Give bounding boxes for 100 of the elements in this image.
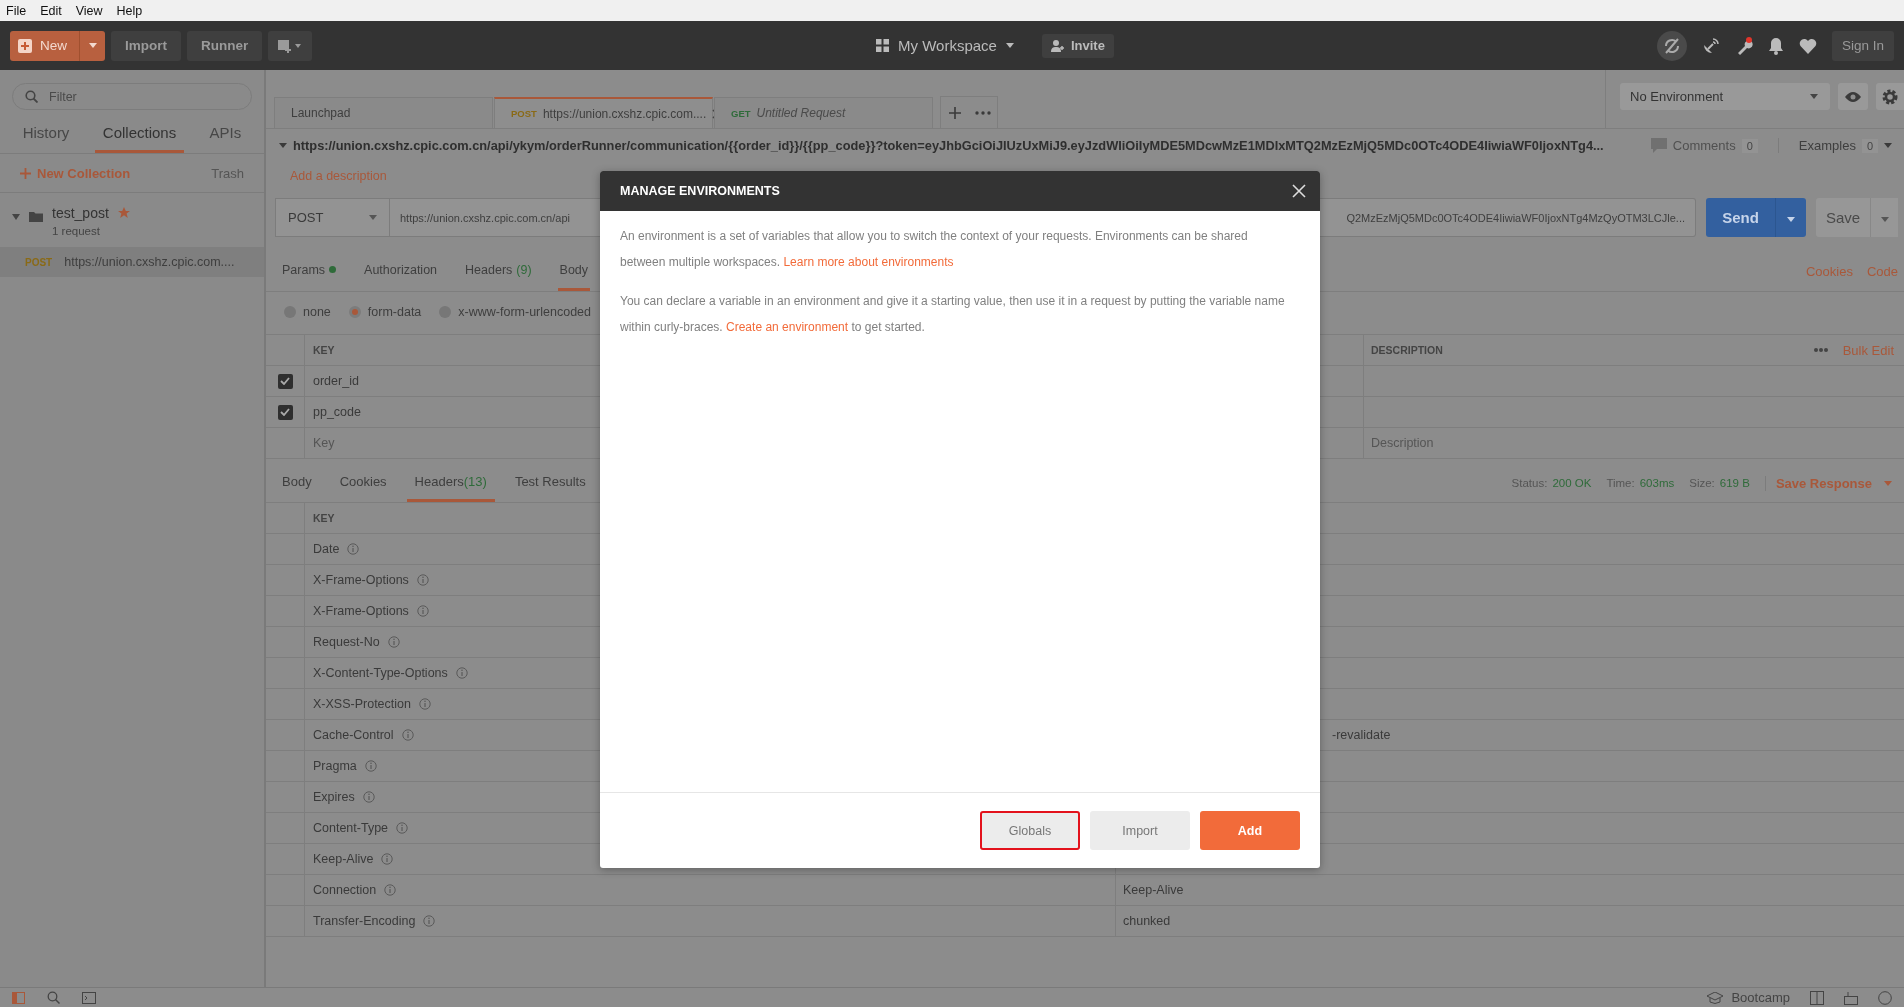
header-button[interactable]: Runner xyxy=(187,30,263,61)
header-key-cell: Cache-Control xyxy=(313,728,394,742)
dialog-button[interactable]: Import xyxy=(1090,811,1190,850)
header-key-cell: Connection xyxy=(313,883,377,897)
satellite-icon[interactable] xyxy=(1701,36,1720,55)
console-icon[interactable] xyxy=(82,991,96,1004)
header-button[interactable]: Import xyxy=(111,30,181,61)
save-button[interactable]: Save xyxy=(1816,198,1871,237)
info-icon[interactable] xyxy=(387,636,400,648)
send-button[interactable]: Send xyxy=(1706,198,1776,237)
menu-item[interactable]: View xyxy=(75,3,103,18)
checkbox[interactable] xyxy=(277,404,293,420)
request-section-tab[interactable]: Params xyxy=(280,251,339,291)
dialog-button[interactable]: Add xyxy=(1200,811,1300,850)
caret-icon xyxy=(1005,43,1014,48)
info-icon[interactable] xyxy=(455,667,468,679)
dialog-button[interactable]: Globals xyxy=(980,811,1080,850)
workspace-dropdown[interactable]: My Workspace xyxy=(870,36,1020,55)
caret-icon xyxy=(1880,217,1889,222)
bootcamp-button[interactable]: Bootcamp xyxy=(1707,990,1790,1005)
sync-off-icon[interactable] xyxy=(1656,30,1687,61)
eye-button[interactable] xyxy=(1838,83,1868,110)
sidebar-tab[interactable]: APIs xyxy=(201,115,250,153)
header-key-cell: Transfer-Encoding xyxy=(313,914,416,928)
bell-icon[interactable] xyxy=(1767,36,1784,55)
help-icon[interactable] xyxy=(1878,990,1892,1005)
dialog-paragraph: An environment is a set of variables that allow you to switch the context of your requests. Environments can be shared between multiple workspaces. Learn more about environments xyxy=(620,228,1249,271)
info-icon[interactable] xyxy=(416,605,429,617)
response-tab[interactable]: Headers(13) xyxy=(406,464,495,502)
search-icon[interactable] xyxy=(47,991,60,1004)
caret-icon xyxy=(88,43,97,48)
request-tab[interactable]: Launchpad xyxy=(274,97,493,128)
new-window-icon xyxy=(278,38,303,53)
header-key-cell: Date xyxy=(313,542,340,556)
dialog-link[interactable]: Create an environment xyxy=(726,320,849,334)
sidebar-tab[interactable]: Collections xyxy=(94,115,185,153)
response-tab[interactable]: Test Results xyxy=(506,464,594,502)
request-section-tab[interactable]: Headers (9) xyxy=(463,251,534,291)
new-button[interactable]: New xyxy=(10,30,80,61)
folder-icon xyxy=(29,211,43,222)
invite-button[interactable]: Invite xyxy=(1041,33,1114,58)
info-icon[interactable] xyxy=(401,729,414,741)
info-icon[interactable] xyxy=(381,853,394,865)
info-icon[interactable] xyxy=(364,760,377,772)
new-dropdown-button[interactable] xyxy=(80,30,105,61)
environment-dropdown[interactable]: No Environment xyxy=(1620,83,1830,110)
header-value-cell: Keep-Alive xyxy=(1123,883,1184,897)
request-url: https://union.cxshz.cpic.com.... xyxy=(64,255,235,269)
menu-item[interactable]: Help xyxy=(116,3,143,18)
save-dropdown-button[interactable] xyxy=(1871,198,1898,237)
comments-button[interactable]: Comments 0 xyxy=(1650,138,1758,153)
info-icon[interactable] xyxy=(418,698,431,710)
star-icon[interactable] xyxy=(117,207,130,219)
menu-item[interactable]: File xyxy=(6,3,27,18)
close-icon[interactable] xyxy=(1292,184,1306,198)
key-cell: pp_code xyxy=(313,405,361,419)
body-mode-radio[interactable]: none xyxy=(284,305,331,319)
more-icon[interactable] xyxy=(1812,347,1829,353)
info-icon[interactable] xyxy=(396,822,409,834)
new-window-button[interactable] xyxy=(268,30,313,61)
caret-icon[interactable] xyxy=(279,143,287,148)
collection-name[interactable]: test_post xyxy=(52,205,109,221)
request-section-tab[interactable]: Body xyxy=(557,251,591,291)
header-key-cell: Pragma xyxy=(313,759,357,773)
sidebar-tab[interactable]: History xyxy=(14,115,78,153)
body-mode-radio[interactable]: form-data xyxy=(348,305,422,319)
info-icon[interactable] xyxy=(384,884,397,896)
filter-field[interactable]: Filter xyxy=(12,83,252,110)
response-tab[interactable]: Cookies xyxy=(331,464,395,502)
menu-item[interactable]: Edit xyxy=(40,3,62,18)
heart-icon[interactable] xyxy=(1798,37,1817,54)
method-dropdown[interactable]: POST xyxy=(275,198,390,237)
request-tab[interactable]: GET Untitled Request xyxy=(714,97,933,128)
header-value-cell: chunked xyxy=(1123,914,1171,928)
header-key-cell: X-Content-Type-Options xyxy=(313,666,448,680)
info-icon[interactable] xyxy=(347,543,360,555)
dialog-link[interactable]: Learn more about environments xyxy=(783,255,954,269)
url-text: https://union.cxshz.cpic.com.cn/api xyxy=(400,211,570,224)
caret-icon[interactable] xyxy=(12,214,20,220)
request-tab[interactable]: POST https://union.cxshz.cpic.com.... xyxy=(494,97,713,128)
body-mode-radio[interactable]: x-www-form-urlencoded xyxy=(439,305,591,319)
checkbox[interactable] xyxy=(277,373,293,389)
caret-icon xyxy=(1810,94,1818,99)
send-dropdown-button[interactable] xyxy=(1776,198,1806,237)
info-icon[interactable] xyxy=(423,915,436,927)
settings-button[interactable] xyxy=(1876,83,1904,110)
request-item[interactable]: POST https://union.cxshz.cpic.com.... xyxy=(0,247,264,277)
info-icon[interactable] xyxy=(416,574,429,586)
sidebar-toggle-icon[interactable] xyxy=(12,991,25,1004)
time-value: 603ms xyxy=(1639,477,1675,489)
examples-button[interactable]: Examples 0 xyxy=(1777,138,1892,153)
keyboard-icon[interactable] xyxy=(1844,990,1858,1005)
caret-icon xyxy=(1884,143,1892,148)
comment-icon xyxy=(1650,138,1667,153)
column-header: KEY xyxy=(313,344,335,356)
two-pane-icon[interactable] xyxy=(1810,990,1824,1005)
request-section-tab[interactable]: Authorization xyxy=(362,251,440,291)
info-icon[interactable] xyxy=(362,791,375,803)
response-tab[interactable]: Body xyxy=(274,464,320,502)
sign-in-button[interactable]: Sign In xyxy=(1831,30,1894,61)
